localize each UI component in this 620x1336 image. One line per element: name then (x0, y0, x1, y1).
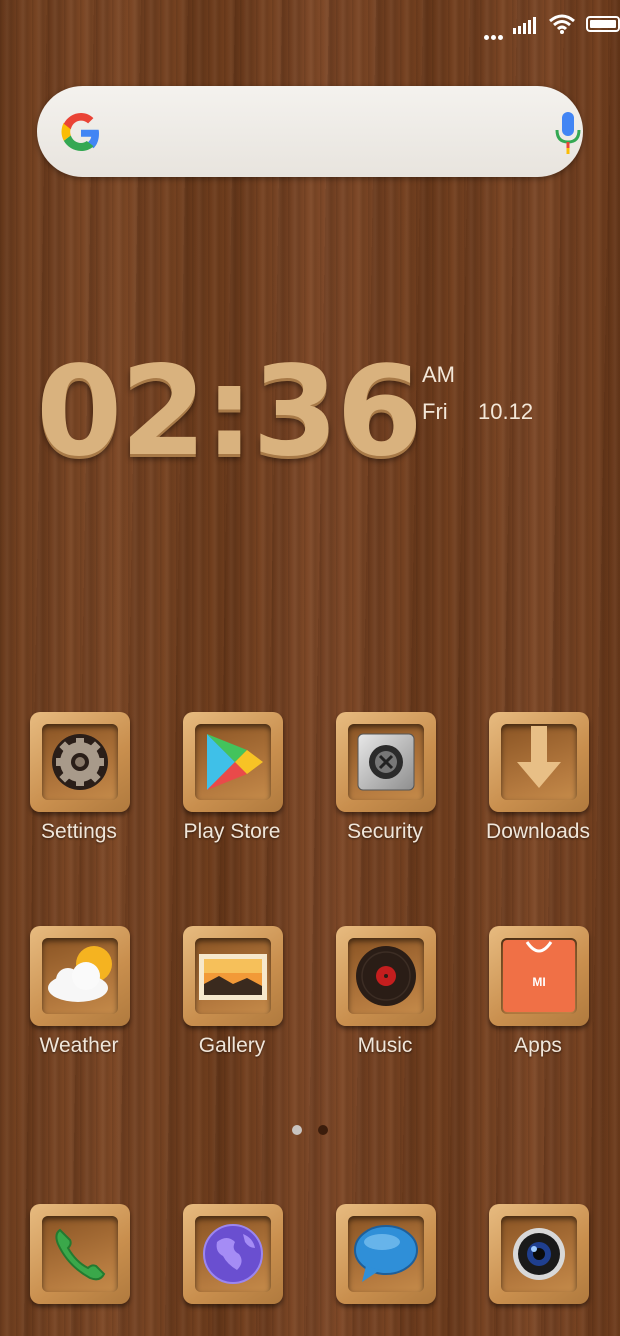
safe-icon (357, 733, 415, 791)
dock-phone[interactable] (19, 1204, 139, 1309)
phone-icon (55, 1228, 106, 1281)
gear-icon (52, 734, 108, 790)
app-tile (183, 926, 283, 1026)
app-gallery[interactable]: Gallery (172, 926, 292, 1076)
microphone-icon[interactable] (553, 108, 583, 156)
signal-strength-icon (513, 17, 536, 34)
status-bar (0, 12, 620, 40)
play-store-icon (207, 734, 263, 790)
app-label: Security (347, 820, 423, 843)
app-label: Settings (41, 820, 117, 843)
picture-icon (199, 954, 267, 1000)
google-logo-icon (61, 113, 99, 151)
app-apps[interactable]: MI Apps (478, 926, 598, 1076)
clock-date: 10.12 (478, 399, 534, 424)
app-play-store[interactable]: Play Store (172, 712, 292, 862)
google-search-bar[interactable] (37, 86, 583, 177)
dock-camera[interactable] (478, 1204, 598, 1309)
app-tile (183, 1204, 283, 1304)
sun-cloud-icon (48, 946, 112, 1002)
clock-ampm: AM (422, 362, 455, 387)
app-tile: MI (489, 926, 589, 1026)
dock-browser[interactable] (172, 1204, 292, 1309)
app-tile (336, 712, 436, 812)
app-tile (336, 1204, 436, 1304)
clock-day: Fri (422, 399, 448, 424)
clock-time[interactable]: 02:36 (36, 350, 423, 474)
page-indicator (0, 1125, 620, 1137)
download-arrow-icon (517, 726, 561, 788)
app-tile (489, 1204, 589, 1304)
app-music[interactable]: Music (325, 926, 445, 1076)
dock-messages[interactable] (325, 1204, 445, 1309)
wifi-icon (549, 14, 575, 34)
chat-bubble-icon (354, 1225, 418, 1282)
page-dot-active[interactable] (292, 1125, 302, 1135)
camera-icon (513, 1228, 565, 1280)
app-tile (336, 926, 436, 1026)
app-tile (30, 1204, 130, 1304)
app-tile (183, 712, 283, 812)
page-dot[interactable] (318, 1125, 328, 1135)
app-label: Downloads (486, 820, 590, 843)
battery-icon (586, 16, 620, 32)
globe-browser-icon (203, 1224, 263, 1284)
search-input[interactable] (117, 112, 531, 154)
vinyl-record-icon (356, 946, 416, 1006)
app-tile (30, 926, 130, 1026)
notification-dots-icon (484, 27, 505, 45)
app-security[interactable]: Security (325, 712, 445, 862)
app-tile (489, 712, 589, 812)
app-label: Play Store (183, 820, 281, 843)
app-weather[interactable]: Weather (19, 926, 139, 1076)
app-label: Gallery (198, 1034, 266, 1057)
app-downloads[interactable]: Downloads (478, 712, 598, 862)
svg-text:MI: MI (532, 975, 545, 989)
app-settings[interactable]: Settings (19, 712, 139, 862)
shopping-bag-icon: MI (503, 940, 575, 1012)
app-label: Apps (514, 1034, 562, 1057)
app-label: Music (357, 1034, 413, 1057)
app-label: Weather (39, 1034, 119, 1057)
app-tile (30, 712, 130, 812)
